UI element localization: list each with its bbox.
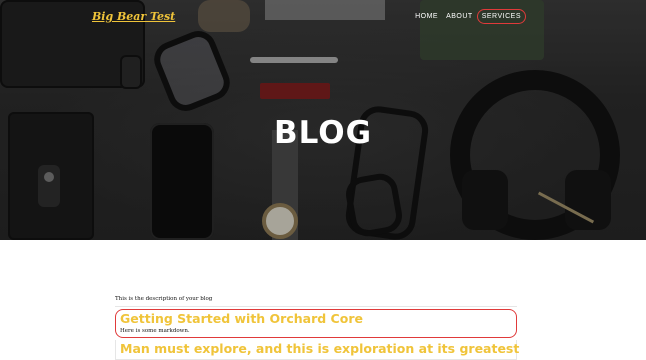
blog-description: This is the description of your blog [115, 296, 213, 302]
post-excerpt: Here is some markdown. [120, 328, 190, 334]
list-item: Man must explore, and this is exploratio… [115, 340, 519, 360]
main-nav: HOME ABOUT SERVICES [411, 9, 526, 24]
nav-link-about[interactable]: ABOUT [442, 9, 477, 24]
post-title-link[interactable]: Getting Started with Orchard Core [120, 312, 512, 326]
list-item: Getting Started with Orchard Core Here i… [115, 309, 517, 338]
brand-link[interactable]: Big Bear Test [92, 10, 175, 23]
post-list: Getting Started with Orchard Core Here i… [115, 306, 519, 360]
blog-content: This is the description of your blog Get… [115, 296, 519, 360]
page-title: BLOG [273, 115, 373, 151]
hero-banner: Big Bear Test HOME ABOUT SERVICES BLOG [0, 0, 646, 240]
nav-link-home[interactable]: HOME [411, 9, 442, 24]
nav-link-services[interactable]: SERVICES [476, 9, 526, 24]
